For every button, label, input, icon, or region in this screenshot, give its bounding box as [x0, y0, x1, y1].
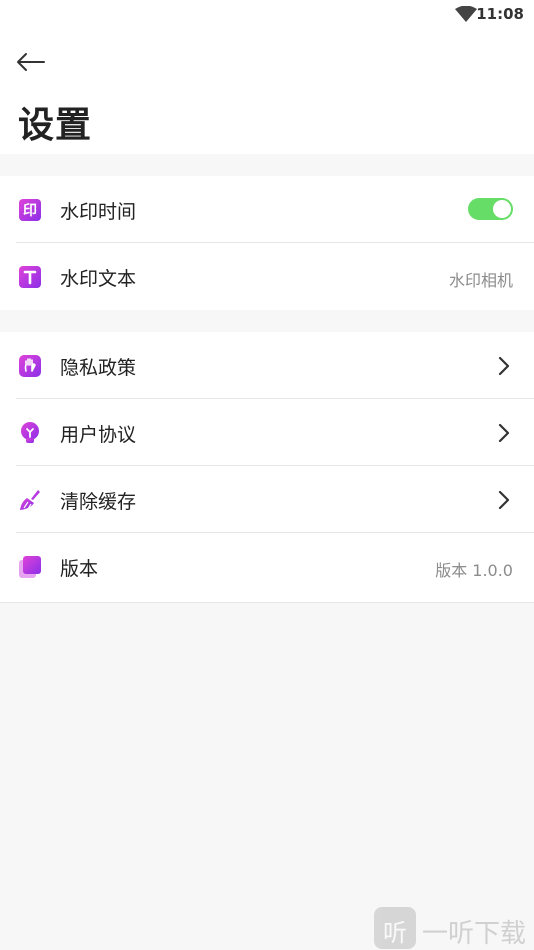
watermark-logo-text: 听 — [383, 919, 407, 947]
setting-label: 水印文本 — [60, 268, 137, 290]
chevron-right-icon — [498, 423, 510, 443]
setting-row-privacy-policy[interactable]: 隐私政策 — [0, 332, 534, 399]
text-icon — [19, 266, 41, 288]
broom-icon — [20, 490, 40, 510]
setting-row-watermark-text[interactable]: 水印文本 水印相机 — [0, 243, 534, 310]
svg-text:印: 印 — [23, 202, 37, 219]
watermark-text: 一听下载 — [422, 919, 527, 949]
setting-label: 清除缓存 — [60, 491, 137, 513]
toggle-knob — [493, 200, 511, 218]
setting-label: 版本 — [60, 558, 99, 580]
setting-label: 隐私政策 — [60, 357, 137, 379]
watermark-seal-icon: 印 — [19, 199, 41, 221]
watermark-settings-group: 印 水印时间 水印文本 水印相机 — [0, 176, 534, 310]
setting-row-user-agreement[interactable]: 用户协议 — [0, 399, 534, 466]
watermark-logo: 听 — [374, 907, 416, 949]
site-watermark: 听 一听下载 — [374, 907, 534, 949]
arrow-left-icon[interactable] — [14, 50, 46, 74]
layers-icon — [19, 556, 41, 578]
bulb-icon — [21, 422, 39, 443]
setting-value: 水印相机 — [448, 271, 513, 290]
chevron-right-icon — [498, 356, 510, 376]
wifi-icon — [455, 6, 477, 22]
watermark-time-toggle[interactable] — [468, 198, 513, 220]
header: 11:08 设置 — [0, 0, 534, 154]
hand-icon — [19, 355, 41, 377]
setting-row-clear-cache[interactable]: 清除缓存 — [0, 466, 534, 533]
setting-row-watermark-time[interactable]: 印 水印时间 — [0, 176, 534, 243]
setting-label: 水印时间 — [60, 201, 137, 223]
setting-label: 用户协议 — [60, 424, 137, 446]
chevron-right-icon — [498, 490, 510, 510]
general-settings-group: 隐私政策 用户协议 清除缓存 版本 版本 1.0.0 — [0, 332, 534, 603]
version-value: 版本 1.0.0 — [435, 561, 513, 580]
status-bar: 11:08 — [0, 0, 534, 28]
status-time: 11:08 — [476, 5, 524, 23]
setting-row-version[interactable]: 版本 版本 1.0.0 — [0, 533, 534, 600]
divider — [0, 602, 534, 603]
page-title: 设置 — [18, 105, 93, 146]
